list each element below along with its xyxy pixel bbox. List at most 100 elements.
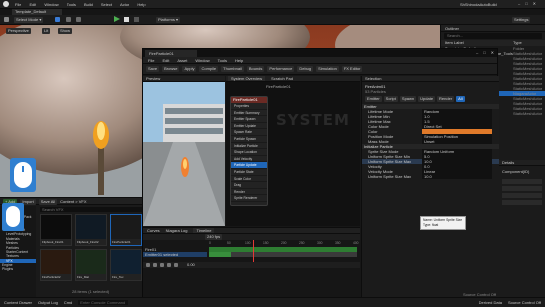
stack-item[interactable]: Spawn Rate [231, 129, 267, 136]
console-input[interactable]: Enter Console Command [78, 300, 129, 305]
selection-filter[interactable]: Spawn [399, 96, 417, 102]
niagara-menu-file[interactable]: File [148, 57, 154, 63]
perspective-dropdown[interactable]: Perspective [6, 28, 31, 34]
skip-forward-icon[interactable] [174, 263, 178, 267]
tab-niagara-log[interactable]: Niagara Log [166, 228, 188, 233]
select-mode-dropdown[interactable]: Select Mode ▾ [14, 17, 44, 23]
add-actor-icon[interactable] [55, 17, 60, 22]
tab-curves[interactable]: Curves [147, 228, 160, 233]
details-field[interactable] [502, 200, 542, 205]
menu-window[interactable]: Window [44, 2, 58, 7]
status-derived-data[interactable]: Derived Data [479, 300, 502, 305]
content-search[interactable]: Search VFX [40, 207, 144, 212]
asset-tile[interactable]: FireParticle02 [40, 249, 72, 281]
fps-dropdown[interactable]: 240 fps [205, 234, 223, 240]
niagara-toolbar-simulation[interactable]: Simulation [316, 66, 339, 72]
outliner-search[interactable]: Search... [444, 33, 542, 39]
lit-dropdown[interactable]: Lit [42, 28, 51, 34]
save-all-button[interactable]: Save All [38, 199, 58, 205]
stack-item[interactable]: Initialize Particle [231, 143, 267, 150]
save-icon[interactable] [4, 17, 9, 22]
stack-item[interactable]: Particle State [231, 169, 267, 176]
details-field[interactable] [502, 186, 542, 191]
stack-item[interactable]: Particle Spawn [231, 136, 267, 143]
timeline-playhead[interactable] [253, 240, 254, 262]
asset-tile[interactable]: FireParticle01 [110, 214, 142, 246]
niagara-menu-tools[interactable]: Tools [218, 57, 227, 63]
menu-edit[interactable]: Edit [29, 2, 36, 7]
stack-item[interactable]: Add Velocity [231, 156, 267, 163]
pause-icon[interactable] [124, 17, 129, 22]
niagara-toolbar-compile[interactable]: Compile [199, 66, 219, 72]
show-dropdown[interactable]: Show [58, 28, 73, 34]
selection-filter[interactable]: Update [418, 96, 436, 102]
property-value[interactable]: 10.0 [422, 174, 492, 179]
menu-help[interactable]: Help [137, 2, 145, 7]
selection-filter[interactable]: Script [383, 96, 398, 102]
stop-icon[interactable] [134, 17, 139, 22]
minimize-icon[interactable]: – [518, 1, 520, 6]
menu-build[interactable]: Build [84, 2, 93, 7]
stack-item[interactable]: Particle Update [231, 162, 267, 169]
niagara-toolbar-performance[interactable]: Performance [267, 66, 295, 72]
content-path-breadcrumb[interactable]: Content > VFX [60, 199, 86, 203]
selection-filter[interactable]: Emitter [365, 96, 382, 102]
cinematics-icon[interactable] [76, 17, 81, 22]
details-field[interactable] [502, 193, 542, 198]
stack-item[interactable]: Emitter Spawn [231, 116, 267, 123]
menu-file[interactable]: File [15, 2, 21, 7]
asset-tile[interactable]: Flipbook_Fire01 [40, 214, 72, 246]
maximize-icon[interactable]: □ [525, 1, 527, 6]
stack-item[interactable]: Sprite Renderer [231, 195, 267, 202]
status-content-drawer[interactable]: Content Drawer [4, 300, 32, 305]
tab-timeline[interactable]: Timeline [193, 228, 215, 233]
stack-item[interactable]: Emitter Summary [231, 110, 267, 117]
stack-item[interactable]: Scale Color [231, 176, 267, 183]
niagara-close-icon[interactable]: ✕ [491, 50, 494, 55]
niagara-toolbar-bounds[interactable]: Bounds [246, 66, 265, 72]
stack-item[interactable]: Render [231, 189, 267, 196]
folder-item[interactable]: Plugins [0, 267, 36, 271]
niagara-menu-asset[interactable]: Asset [177, 57, 187, 63]
play-forward-icon[interactable] [167, 263, 171, 267]
property-value[interactable]: Unset [422, 139, 492, 144]
asset-tile[interactable]: Fire_Tex [110, 249, 142, 281]
stack-item[interactable]: Shape Location [231, 149, 267, 156]
asset-tile[interactable]: Fire_Mat [75, 249, 107, 281]
status-cmd[interactable]: Cmd [64, 300, 72, 305]
play-back-icon[interactable] [153, 263, 157, 267]
tab-scratch-pad[interactable]: Scratch Pad [268, 76, 296, 81]
selection-filter[interactable]: All [456, 96, 465, 102]
blueprint-icon[interactable] [66, 17, 71, 22]
menu-select[interactable]: Select [101, 2, 112, 7]
niagara-maximize-icon[interactable]: □ [483, 50, 485, 55]
emitter-node[interactable]: FireParticle01 Properties Emitter Summary… [230, 96, 268, 206]
menu-tools[interactable]: Tools [67, 2, 76, 7]
niagara-toolbar-debug[interactable]: Debug [297, 66, 314, 72]
details-field[interactable] [502, 179, 542, 184]
niagara-toolbar-save[interactable]: Save [146, 66, 160, 72]
selection-filter[interactable]: Render [437, 96, 455, 102]
platforms-dropdown[interactable]: Platforms ▾ [156, 17, 181, 23]
preview-viewport[interactable] [143, 82, 225, 226]
track-bar-emitter01[interactable] [209, 252, 357, 257]
niagara-toolbar-thumbnail[interactable]: Thumbnail [221, 66, 244, 72]
pause-icon[interactable] [160, 263, 164, 267]
play-icon[interactable] [114, 16, 120, 22]
menu-actor[interactable]: Actor [120, 2, 129, 7]
preview-tab-label[interactable]: Preview [146, 76, 160, 81]
close-icon[interactable]: ✕ [533, 1, 536, 6]
niagara-menu-help[interactable]: Help [235, 57, 243, 63]
track-emitter01[interactable]: Emitter01 selected [143, 252, 207, 257]
niagara-toolbar-browse[interactable]: Browse [162, 66, 180, 72]
niagara-toolbar-fx-editor[interactable]: FX Editor [341, 66, 363, 72]
stack-item[interactable]: Properties [231, 103, 267, 110]
status-source-control[interactable]: Source Control Off [508, 300, 541, 305]
asset-tile[interactable]: Flipbook_Fire02 [75, 214, 107, 246]
niagara-menu-window[interactable]: Window [195, 57, 209, 63]
stack-item[interactable]: Drag [231, 182, 267, 189]
skip-back-icon[interactable] [146, 263, 150, 267]
settings-button[interactable]: Settings [512, 17, 531, 23]
stack-item[interactable]: Emitter Update [231, 123, 267, 130]
status-output-log[interactable]: Output Log [38, 300, 58, 305]
